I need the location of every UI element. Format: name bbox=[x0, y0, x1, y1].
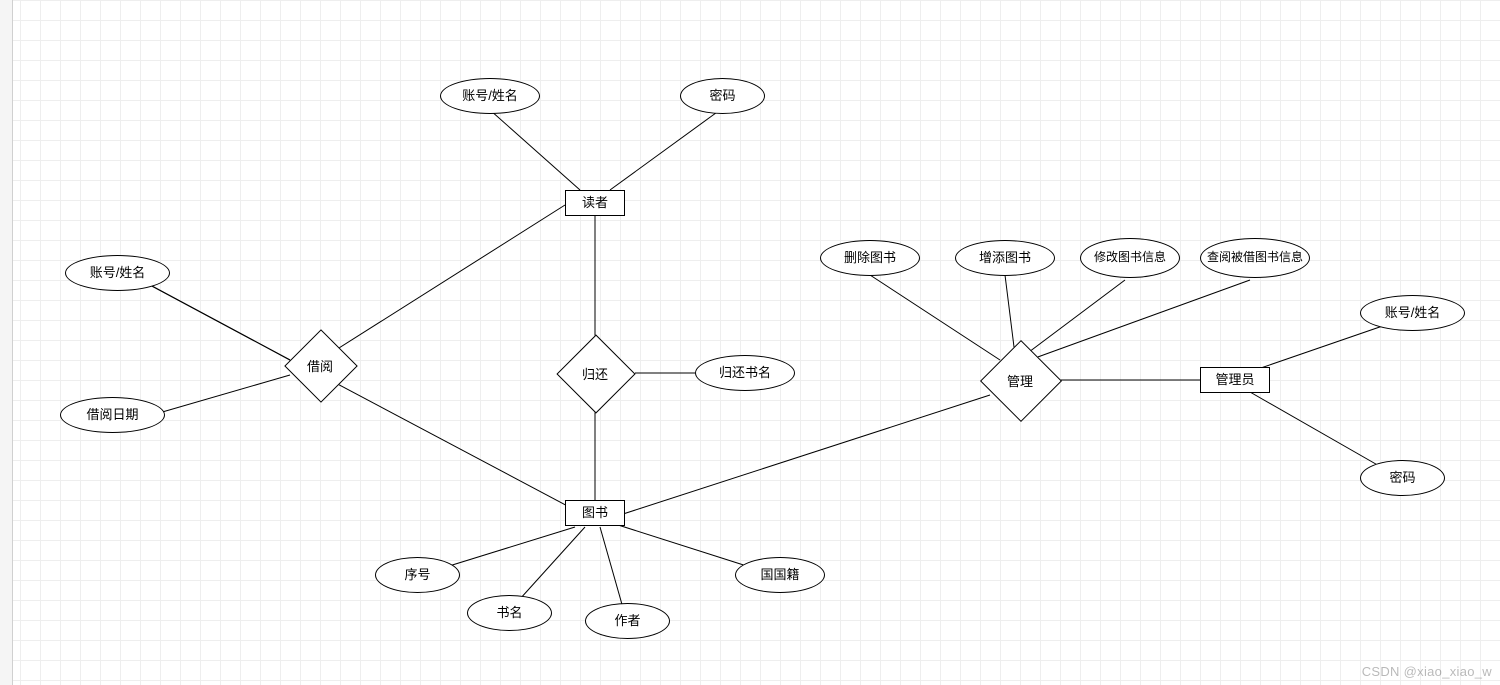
attr-admin-password[interactable]: 密码 bbox=[1360, 460, 1445, 496]
attr-borrow-account-name[interactable]: 账号/姓名 bbox=[65, 255, 170, 291]
attr-book-author[interactable]: 作者 bbox=[585, 603, 670, 639]
er-diagram-canvas: 读者 图书 管理员 借阅 归还 管理 账号/姓名 密码 账号/姓名 借阅日期 归… bbox=[0, 0, 1500, 685]
attr-book-nationality[interactable]: 国国籍 bbox=[735, 557, 825, 593]
attr-reader-account-name[interactable]: 账号/姓名 bbox=[440, 78, 540, 114]
attr-book-serial[interactable]: 序号 bbox=[375, 557, 460, 593]
attr-return-book-name[interactable]: 归还书名 bbox=[695, 355, 795, 391]
relationship-return-label: 归还 bbox=[565, 363, 625, 383]
attr-book-name[interactable]: 书名 bbox=[467, 595, 552, 631]
watermark: CSDN @xiao_xiao_w bbox=[1362, 664, 1492, 679]
relationship-manage-label: 管理 bbox=[990, 370, 1050, 390]
entity-reader[interactable]: 读者 bbox=[565, 190, 625, 216]
attr-borrow-date[interactable]: 借阅日期 bbox=[60, 397, 165, 433]
attr-admin-account-name[interactable]: 账号/姓名 bbox=[1360, 295, 1465, 331]
attr-reader-password[interactable]: 密码 bbox=[680, 78, 765, 114]
gutter-left bbox=[0, 0, 13, 685]
entity-book[interactable]: 图书 bbox=[565, 500, 625, 526]
relationship-borrow-label: 借阅 bbox=[290, 355, 350, 375]
entity-admin[interactable]: 管理员 bbox=[1200, 367, 1270, 393]
attr-manage-modify[interactable]: 修改图书信息 bbox=[1080, 238, 1180, 278]
attr-manage-delete[interactable]: 删除图书 bbox=[820, 240, 920, 276]
attr-manage-add[interactable]: 增添图书 bbox=[955, 240, 1055, 276]
attr-manage-query-borrowed[interactable]: 查阅被借图书信息 bbox=[1200, 238, 1310, 278]
